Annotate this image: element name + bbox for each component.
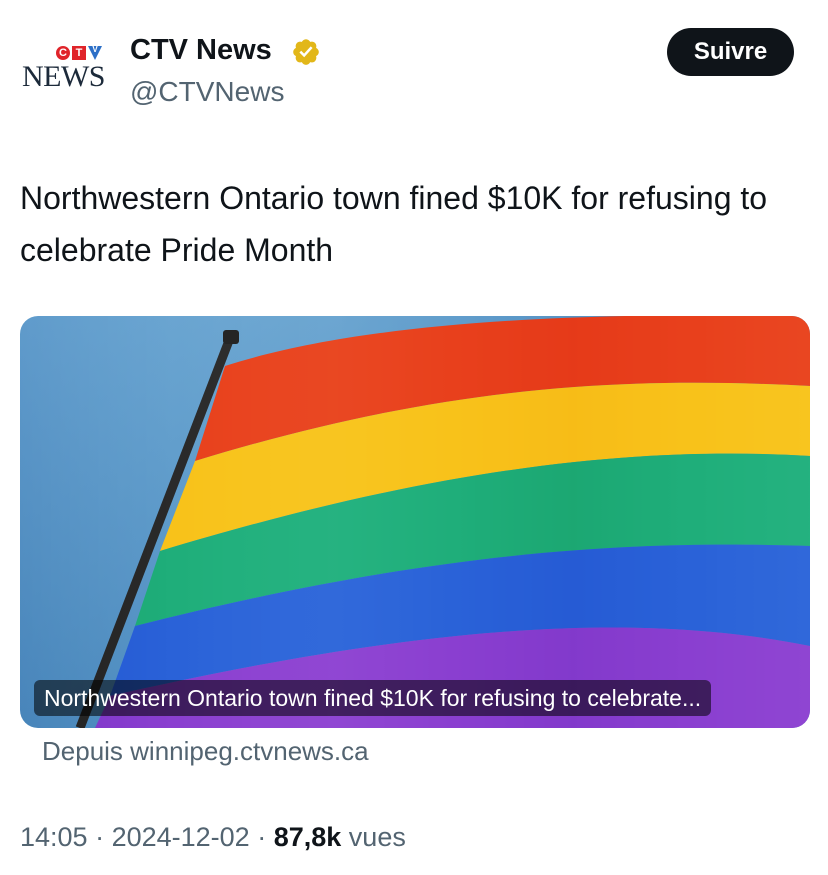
card-caption: Northwestern Ontario town fined $10K for… [34,680,712,716]
tweet-meta: 14:05 · 2024-12-02 · 87,8k vues [20,822,406,853]
ctv-logo-icon: CTV [56,46,102,60]
verified-badge-icon [293,39,319,65]
link-card[interactable]: Northwestern Ontario town fined $10K for… [20,316,810,728]
account-avatar[interactable]: CTV NEWS [22,46,110,96]
views-label: vues [348,822,406,852]
meta-separator: · [249,822,274,852]
tweet-text: Northwestern Ontario town fined $10K for… [20,180,768,268]
tweet-time[interactable]: 14:05 [20,822,88,852]
views-count: 87,8k [273,822,342,852]
avatar-news-label: NEWS [22,60,106,93]
meta-separator: · [87,822,112,852]
tweet-date[interactable]: 2024-12-02 [112,822,250,852]
account-handle[interactable]: @CTVNews [130,76,284,108]
account-name[interactable]: CTV News [130,34,272,67]
rainbow-flag-image [20,316,810,728]
card-source-link[interactable]: Depuis winnipeg.ctvnews.ca [42,736,369,767]
follow-button[interactable]: Suivre [667,28,794,76]
